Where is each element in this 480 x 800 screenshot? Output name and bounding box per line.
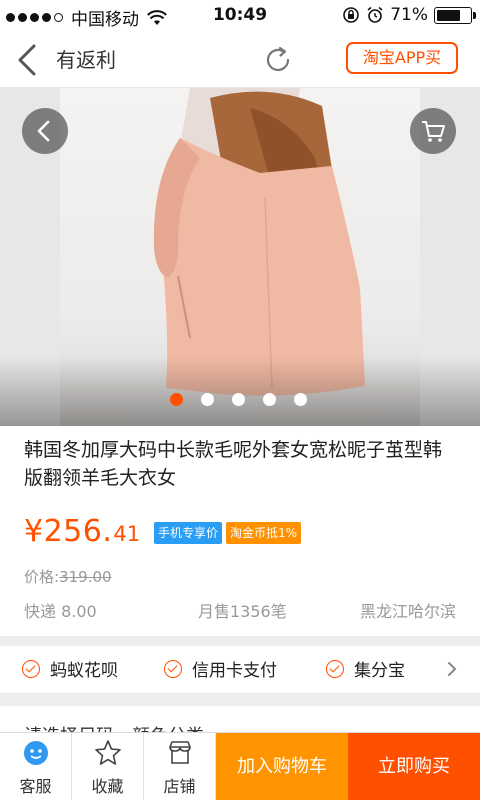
refresh-icon[interactable] — [262, 44, 294, 76]
price: ¥256. 41 — [24, 514, 140, 549]
customer-service-label: 客服 — [19, 777, 52, 796]
page-title: 有返利 — [56, 48, 116, 72]
product-image-carousel[interactable] — [0, 88, 480, 426]
carousel-indicator-dot[interactable] — [232, 393, 245, 406]
payment-method-label: 蚂蚁花呗 — [50, 661, 118, 681]
carousel-indicator-dot[interactable] — [170, 393, 183, 406]
battery-percent: 71% — [390, 5, 428, 25]
favorite-button[interactable]: 收藏 — [72, 733, 144, 800]
seller-location: 黑龙江哈尔滨 — [359, 602, 456, 621]
check-circle-icon — [22, 659, 40, 678]
carousel-shade — [0, 356, 480, 426]
status-bar: 中国移动 10:49 71% — [0, 0, 480, 32]
monthly-sales: 月售1356笔 — [198, 602, 287, 621]
chevron-left-icon — [37, 120, 50, 142]
shop-label: 店铺 — [163, 777, 196, 796]
chevron-right-icon[interactable] — [446, 662, 458, 676]
payment-method-jifenbao: 集分宝 — [326, 656, 405, 681]
battery-fill — [437, 9, 460, 21]
section-divider — [0, 636, 480, 646]
buy-in-taobao-app-button[interactable]: 淘宝APP买 — [346, 42, 458, 74]
price-main: ¥256. — [24, 514, 113, 549]
carousel-back-button[interactable] — [22, 108, 68, 154]
favorite-label: 收藏 — [91, 777, 124, 796]
shopping-cart-icon — [422, 121, 445, 142]
check-circle-icon — [326, 659, 344, 678]
status-bar-right: 71% — [342, 5, 476, 25]
navigation-bar: 有返利 淘宝APP买 — [0, 32, 480, 88]
customer-service-icon — [24, 741, 48, 765]
battery-icon — [434, 6, 476, 24]
carousel-indicator-dot[interactable] — [294, 393, 307, 406]
star-icon — [95, 740, 121, 765]
carousel-indicator-dot[interactable] — [201, 393, 214, 406]
bottom-action-bar: 客服 收藏 店铺 加入购物车 立即购买 — [0, 732, 480, 800]
carousel-indicators — [170, 393, 307, 406]
payment-method-credit-card: 信用卡支付 — [164, 656, 277, 681]
price-decimal: 41 — [113, 522, 141, 546]
mobile-exclusive-badge: 手机专享价 — [154, 522, 223, 544]
shipping-fee: 快递 8.00 — [24, 602, 97, 621]
original-price-value: 319.00 — [59, 568, 112, 586]
payment-methods-row[interactable]: 蚂蚁花呗 信用卡支付 集分宝 — [0, 646, 480, 694]
original-price: 价格:319.00 — [24, 566, 112, 587]
product-meta: 快递 8.00 月售1356笔 黑龙江哈尔滨 — [24, 598, 456, 621]
section-divider — [0, 694, 480, 706]
back-arrow-icon[interactable] — [10, 40, 46, 80]
carousel-cart-button[interactable] — [410, 108, 456, 154]
carousel-indicator-dot[interactable] — [263, 393, 276, 406]
check-circle-icon — [164, 659, 182, 678]
payment-method-huabei: 蚂蚁花呗 — [22, 656, 118, 681]
rotation-lock-icon — [343, 7, 360, 23]
taojinbi-badge: 淘金币抵1% — [226, 522, 302, 544]
customer-service-button[interactable]: 客服 — [0, 733, 72, 800]
payment-method-label: 信用卡支付 — [192, 661, 277, 681]
shop-icon — [169, 741, 191, 764]
product-title: 韩国冬加厚大码中长款毛呢外套女宽松昵子茧型韩版翻领羊毛大衣女 — [24, 439, 443, 489]
buy-now-button[interactable]: 立即购买 — [348, 733, 480, 800]
original-price-label: 价格: — [24, 568, 60, 586]
shop-button[interactable]: 店铺 — [144, 733, 216, 800]
add-to-cart-button[interactable]: 加入购物车 — [216, 733, 348, 800]
price-badges: 手机专享价 淘金币抵1% — [154, 522, 302, 544]
payment-method-label: 集分宝 — [354, 661, 405, 681]
alarm-icon — [367, 6, 383, 23]
